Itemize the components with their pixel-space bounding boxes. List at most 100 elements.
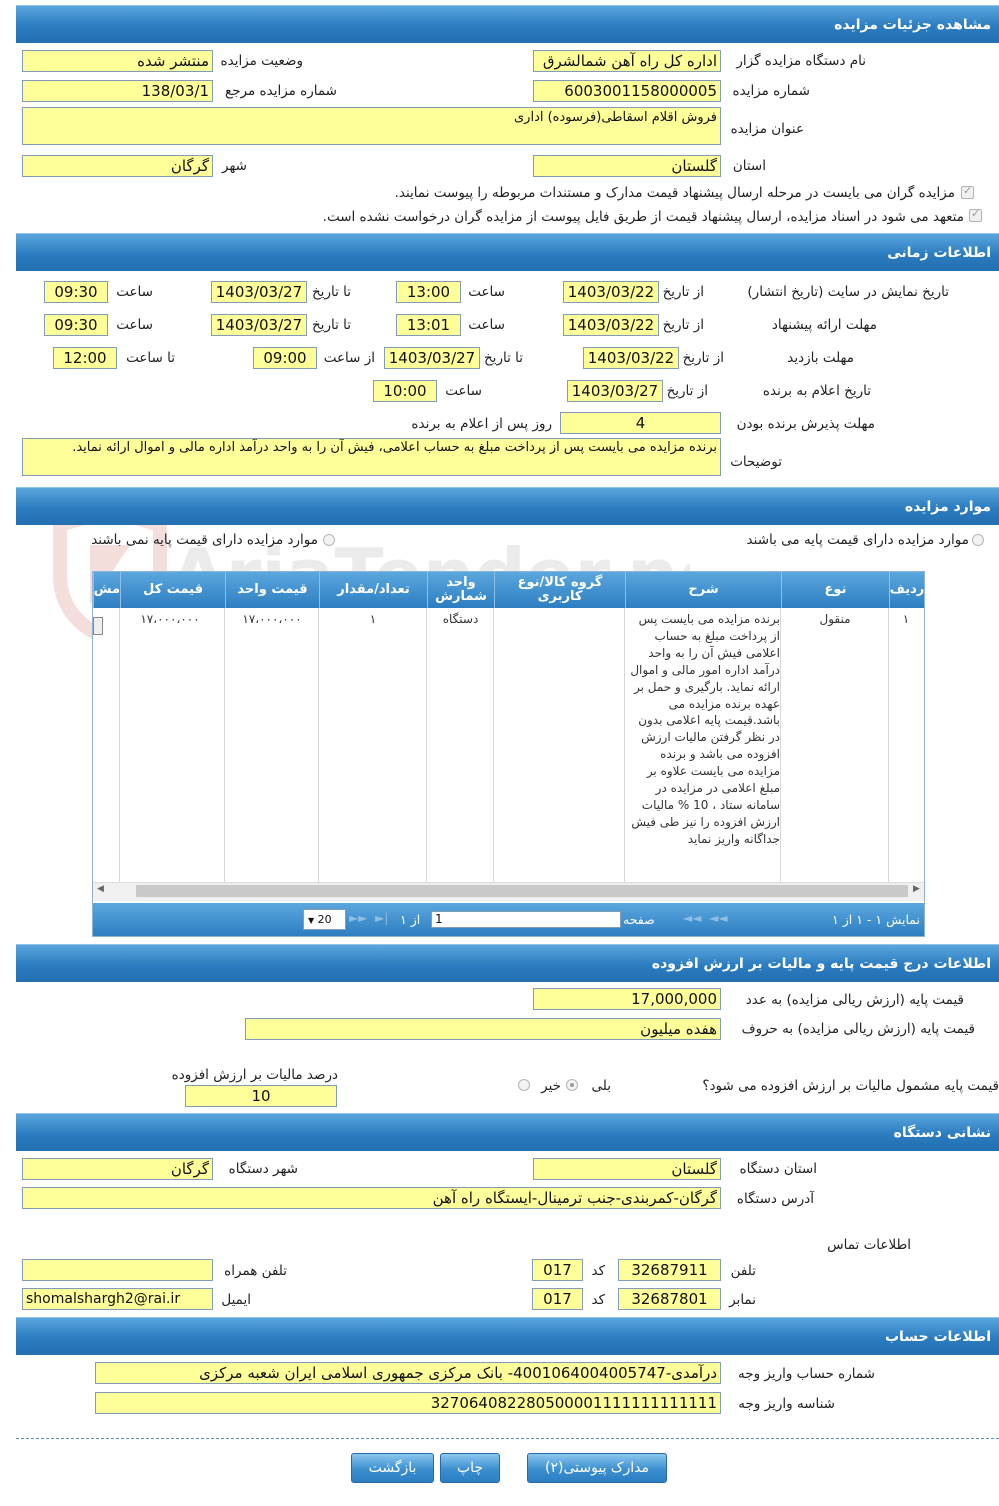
vat-no-radio[interactable]: [518, 1079, 530, 1091]
display-date-label: تاریخ نمایش در سایت (تاریخ انتشار): [747, 284, 949, 300]
org-field[interactable]: اداره کل راه آهن شمالشرق: [533, 50, 721, 72]
email-field[interactable]: shomalshargh2@rai.ir: [22, 1288, 213, 1310]
visit-from-time-label: از ساعت: [323, 350, 375, 366]
attachments-button[interactable]: مدارک پیوستی(۲): [527, 1453, 667, 1483]
fax-field[interactable]: 32687801: [618, 1288, 721, 1310]
offer-from-date-field[interactable]: 1403/03/22: [563, 314, 659, 336]
base-price-text-field[interactable]: هفده میلیون: [245, 1018, 721, 1040]
radio-without-base-price-label: موارد مزایده دارای قیمت پایه نمی باشند: [91, 532, 318, 548]
pager-summary: نمایش ۱ - ۱ از ۱: [832, 912, 920, 927]
col-group[interactable]: گروه کالا/نوع کاربری: [494, 572, 625, 608]
offer-to-date-field[interactable]: 1403/03/27: [211, 314, 307, 336]
col-row[interactable]: ردیف: [889, 572, 924, 608]
col-extra[interactable]: مش: [93, 572, 120, 608]
grid-divider: [780, 608, 781, 882]
vat-yes-radio[interactable]: [566, 1079, 578, 1091]
account-number-label: شماره حساب واریز وجه: [737, 1366, 875, 1382]
display-to-time-field[interactable]: 09:30: [44, 281, 108, 303]
province-field[interactable]: گلستان: [533, 155, 721, 177]
visit-from-date-field[interactable]: 1403/03/22: [583, 347, 679, 369]
back-button[interactable]: بازگشت: [351, 1453, 434, 1483]
radio-without-base-price[interactable]: [323, 534, 335, 546]
col-description[interactable]: شرح: [625, 572, 781, 608]
fax-code-field[interactable]: 017: [532, 1288, 583, 1310]
radio-with-base-price-label: موارد مزایده دارای قیمت پایه می باشند: [746, 532, 969, 548]
base-price-text-label: قیمت پایه (ارزش ریالی مزایده) به حروف: [741, 1021, 975, 1037]
offer-to-date-label: تا تاریخ: [311, 317, 351, 333]
display-from-time-field[interactable]: 13:00: [396, 281, 461, 303]
fax-code-label: کد: [591, 1292, 605, 1308]
col-total[interactable]: قیمت کل: [120, 572, 225, 608]
number-field[interactable]: 6003001158000005: [533, 80, 721, 102]
notes-label: توضیحات: [730, 454, 782, 470]
status-field[interactable]: منتشر شده: [22, 50, 213, 72]
section-title: اطلاعات حساب: [884, 1328, 991, 1345]
org-address-field[interactable]: گرگان-کمربندی-جنب ترمینال-ایستگاه راه آه…: [22, 1187, 721, 1209]
attach-docs-checkbox[interactable]: [961, 184, 974, 199]
section-title: اطلاعات درج قیمت پایه و مالیات بر ارزش ا…: [651, 955, 991, 972]
notes-field[interactable]: برنده مزایده می بایست پس از پرداخت مبلغ …: [22, 438, 721, 476]
org-province-field[interactable]: گلستان: [533, 1158, 721, 1180]
pager-page-input[interactable]: 1: [431, 911, 621, 928]
base-price-number-label: قیمت پایه (ارزش ریالی مزایده) به عدد: [745, 992, 964, 1008]
pager-of-label: از ۱: [400, 912, 421, 927]
ref-number-field[interactable]: 138/03/1: [22, 80, 213, 102]
status-label: وضعیت مزایده: [220, 53, 303, 69]
winner-date-field[interactable]: 1403/03/27: [567, 380, 663, 402]
base-price-number-field[interactable]: 17,000,000: [533, 988, 721, 1010]
no-file-offer-text: متعهد می شود در اسناد مزایده، ارسال پیشن…: [322, 209, 964, 225]
row-action-button[interactable]: [93, 617, 103, 635]
scroll-right-icon[interactable]: ▶: [913, 884, 920, 894]
org-province-label: استان دستگاه: [739, 1161, 818, 1177]
col-type[interactable]: نوع: [781, 572, 889, 608]
visit-to-date-field[interactable]: 1403/03/27: [384, 347, 480, 369]
phone-field[interactable]: 32687911: [618, 1259, 721, 1281]
mobile-field[interactable]: [22, 1259, 213, 1281]
visit-deadline-label: مهلت بازدید: [787, 350, 854, 366]
print-button[interactable]: چاپ: [440, 1453, 500, 1483]
visit-to-time-field[interactable]: 12:00: [53, 347, 117, 369]
display-to-date-field[interactable]: 1403/03/27: [211, 281, 307, 303]
vat-no-label: خیر: [541, 1078, 561, 1094]
title-field[interactable]: فروش اقلام اسقاطی(فرسوده) اداری: [22, 107, 721, 145]
vat-yes-label: بلی: [591, 1078, 611, 1094]
grid-divider: [888, 608, 889, 882]
accept-days-field[interactable]: 4: [560, 412, 721, 434]
section-header-address: نشانی دستگاه: [16, 1113, 999, 1151]
grid-divider: [119, 608, 120, 882]
no-file-offer-checkbox[interactable]: [969, 207, 982, 222]
winner-from-date-label: از تاریخ: [666, 383, 708, 399]
visit-to-date-label: تا تاریخ: [483, 350, 523, 366]
city-label: شهر: [222, 158, 247, 174]
city-field[interactable]: گرگان: [22, 155, 213, 177]
grid-scroll-thumb[interactable]: [136, 885, 908, 897]
scroll-left-icon[interactable]: ◀: [97, 884, 104, 894]
payment-id-field[interactable]: 327064082280500001111111111111: [95, 1392, 721, 1414]
vat-percent-field[interactable]: 10: [185, 1085, 337, 1107]
display-from-time-label: ساعت: [468, 284, 505, 300]
col-unit[interactable]: واحد شمارش: [427, 572, 494, 608]
account-number-field[interactable]: درآمدی-4001064004005747- بانک مرکزی جمهو…: [95, 1362, 721, 1384]
winner-time-field[interactable]: 10:00: [373, 380, 437, 402]
display-from-date-field[interactable]: 1403/03/22: [563, 281, 659, 303]
cell-qty: ۱: [369, 612, 377, 626]
cell-type: منقول: [819, 612, 851, 626]
visit-from-time-field[interactable]: 09:00: [253, 347, 317, 369]
org-city-field[interactable]: گرگان: [22, 1158, 213, 1180]
offer-from-date-label: از تاریخ: [662, 317, 704, 333]
pager-next-last-icons[interactable]: ►► ►|: [349, 911, 388, 925]
org-address-label: آدرس دستگاه: [736, 1191, 814, 1207]
radio-with-base-price[interactable]: [972, 534, 984, 546]
contact-info-label: اطلاعات تماس: [827, 1237, 911, 1253]
visit-from-date-label: از تاریخ: [682, 350, 724, 366]
offer-from-time-field[interactable]: 13:01: [396, 314, 461, 336]
col-qty[interactable]: تعداد/مقدار: [319, 572, 427, 608]
org-city-label: شهر دستگاه: [228, 1161, 298, 1177]
cell-row: ۱: [902, 612, 910, 626]
section-title: موارد مزایده: [904, 498, 991, 515]
pager-first-prev-icons[interactable]: ◄◄ ◄◄: [683, 911, 728, 925]
page-size-select[interactable]: ▼ 20: [303, 909, 346, 930]
phone-code-field[interactable]: 017: [532, 1259, 583, 1281]
col-unit-price[interactable]: قیمت واحد: [225, 572, 319, 608]
offer-to-time-field[interactable]: 09:30: [44, 314, 108, 336]
